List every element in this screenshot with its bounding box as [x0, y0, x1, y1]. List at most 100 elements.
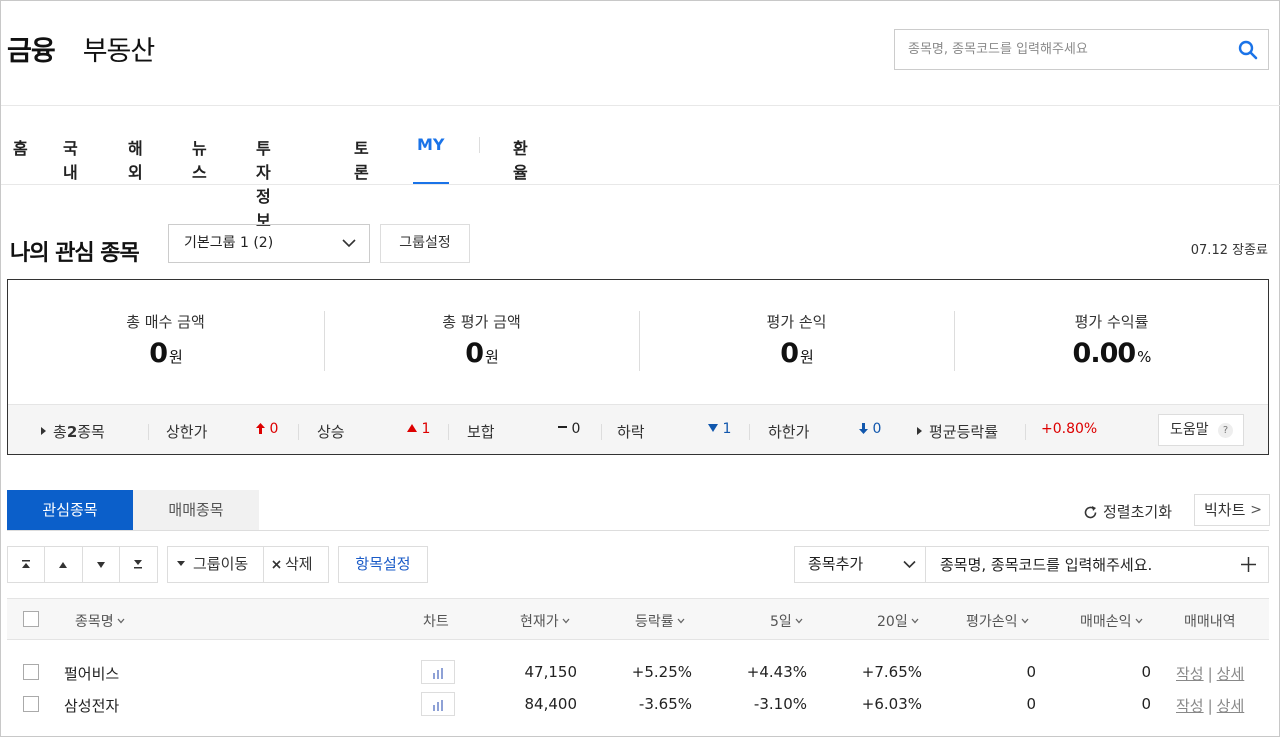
change-5d: -3.10%	[753, 695, 807, 713]
col-change[interactable]: 등락률	[635, 611, 685, 631]
tab-watchlist[interactable]: 관심종목	[7, 490, 133, 531]
col-history: 매매내역	[1184, 614, 1236, 630]
rise-label: 상승	[317, 423, 345, 441]
mini-chart-button[interactable]	[421, 692, 455, 716]
add-stock-box: 종목추가	[794, 546, 1269, 583]
price: 47,150	[524, 663, 578, 681]
col-name[interactable]: 종목명	[75, 611, 125, 631]
nav-overseas[interactable]: 해외	[128, 135, 143, 183]
reset-sort-button[interactable]: 정렬초기화	[1083, 501, 1172, 522]
header-divider	[1, 105, 1280, 106]
summary-label: 평가 손익	[766, 313, 827, 331]
nav-news[interactable]: 뉴스	[192, 135, 207, 183]
search-icon[interactable]	[1238, 40, 1258, 60]
arrow-down-icon	[859, 423, 868, 434]
link-divider: |	[1207, 665, 1213, 683]
triangle-down-icon	[708, 424, 718, 432]
history-links: 작성 | 상세	[1176, 695, 1244, 716]
col-20d[interactable]: 20일	[877, 611, 919, 631]
move-bottom-button[interactable]	[119, 547, 157, 582]
nav-domestic[interactable]: 국내	[63, 135, 78, 183]
summary-total-eval: 총 평가 금액 0원	[324, 280, 639, 404]
nav-invest-info[interactable]: 투자정보	[256, 135, 271, 231]
group-settings-button[interactable]: 그룹설정	[380, 224, 470, 263]
arrow-up-icon	[256, 423, 265, 434]
caret-right-icon	[917, 427, 922, 435]
row-checkbox[interactable]	[23, 664, 39, 680]
stock-name-link[interactable]: 삼성전자	[64, 695, 119, 716]
add-stock-select[interactable]: 종목추가	[795, 547, 926, 582]
table-row: 삼성전자 84,400 -3.65% -3.10% +6.03% 0 0 작성 |…	[7, 690, 1269, 722]
move-top-button[interactable]	[8, 547, 46, 582]
tab-trades[interactable]: 매매종목	[133, 490, 259, 531]
col-price[interactable]: 현재가	[520, 611, 570, 631]
group-move-button[interactable]: 그룹이동	[168, 547, 264, 582]
brand-realestate-link[interactable]: 부동산	[83, 29, 156, 68]
group-select-value: 기본그룹 1 (2)	[184, 235, 274, 251]
col-chart: 차트	[423, 614, 449, 630]
group-select[interactable]: 기본그룹 1 (2)	[168, 224, 370, 263]
caret-right-icon	[41, 427, 46, 435]
mini-chart-button[interactable]	[421, 660, 455, 684]
delete-button[interactable]: 삭제	[264, 547, 313, 582]
write-link[interactable]: 작성	[1176, 665, 1204, 683]
nav-my[interactable]: MY	[417, 135, 445, 154]
move-up-button[interactable]	[45, 547, 83, 582]
chevron-down-icon	[117, 618, 125, 624]
col-trade-pl[interactable]: 매매손익	[1080, 611, 1143, 631]
summary-return-rate: 평가 수익률 0.00%	[954, 280, 1269, 404]
col-eval-pl[interactable]: 평가손익	[966, 611, 1029, 631]
avg-change-label[interactable]: 평균등락률	[917, 421, 998, 442]
question-icon: ?	[1218, 423, 1233, 438]
select-all-checkbox[interactable]	[23, 611, 39, 627]
group-move-delete: 그룹이동 삭제	[167, 546, 329, 583]
table-row: 펄어비스 47,150 +5.25% +4.43% +7.65% 0 0 작성 |…	[7, 658, 1269, 690]
summary-unit: 원	[484, 348, 499, 366]
col-trade-pl-label: 매매손익	[1080, 614, 1132, 630]
move-down-icon	[96, 561, 105, 568]
change-20d: +7.65%	[861, 663, 922, 681]
bar-divider	[148, 424, 149, 440]
summary-eval-pl: 평가 손익 0원	[639, 280, 954, 404]
summary-value: 0원	[324, 338, 639, 369]
lower-limit-label: 하한가	[768, 423, 810, 441]
upper-limit-value: 0	[256, 421, 278, 437]
move-top-icon	[22, 560, 31, 568]
add-stock-input[interactable]	[926, 547, 1226, 582]
nav-discussion[interactable]: 토론	[354, 135, 369, 183]
bar-chart-icon	[433, 668, 443, 679]
link-divider: |	[1207, 697, 1213, 715]
move-down-button[interactable]	[82, 547, 120, 582]
row-checkbox[interactable]	[23, 696, 39, 712]
trade-pl: 0	[1141, 695, 1151, 713]
total-count[interactable]: 총2종목	[41, 421, 105, 442]
item-settings-button[interactable]: 항목설정	[338, 546, 428, 583]
page-frame: 금융 부동산 홈 국내 해외 뉴스 투자정보 토론 MY 환율 나의 관심 종목…	[0, 0, 1280, 737]
detail-link[interactable]: 상세	[1217, 665, 1245, 683]
summary-number: 0	[149, 338, 168, 369]
price: 84,400	[524, 695, 578, 713]
nav-home[interactable]: 홈	[13, 135, 28, 159]
help-button[interactable]: 도움말 ?	[1158, 414, 1244, 446]
plus-icon[interactable]	[1240, 556, 1257, 573]
col-5d[interactable]: 5일	[770, 611, 803, 631]
summary-unit: %	[1137, 348, 1151, 366]
write-link[interactable]: 작성	[1176, 697, 1204, 715]
detail-link[interactable]: 상세	[1217, 697, 1245, 715]
big-chart-button[interactable]: 빅차트 >	[1194, 494, 1270, 526]
fall-value: 1	[708, 421, 731, 437]
summary-number: 0	[780, 338, 799, 369]
nav-exchange[interactable]: 환율	[513, 135, 528, 183]
stock-name-link[interactable]: 펄어비스	[64, 663, 119, 684]
summary-label: 총 평가 금액	[442, 313, 521, 331]
chevron-down-icon	[342, 239, 356, 248]
brand-finance-link[interactable]: 금융	[7, 29, 56, 68]
chevron-down-icon	[1021, 618, 1029, 624]
col-price-label: 현재가	[520, 614, 559, 630]
fall-number: 1	[722, 421, 732, 437]
flat-value: 0	[558, 421, 580, 437]
lower-limit-number: 0	[872, 421, 882, 437]
search-input[interactable]	[895, 30, 1215, 69]
avg-change-text: 평균등락률	[929, 423, 999, 441]
move-up-icon	[59, 561, 68, 568]
